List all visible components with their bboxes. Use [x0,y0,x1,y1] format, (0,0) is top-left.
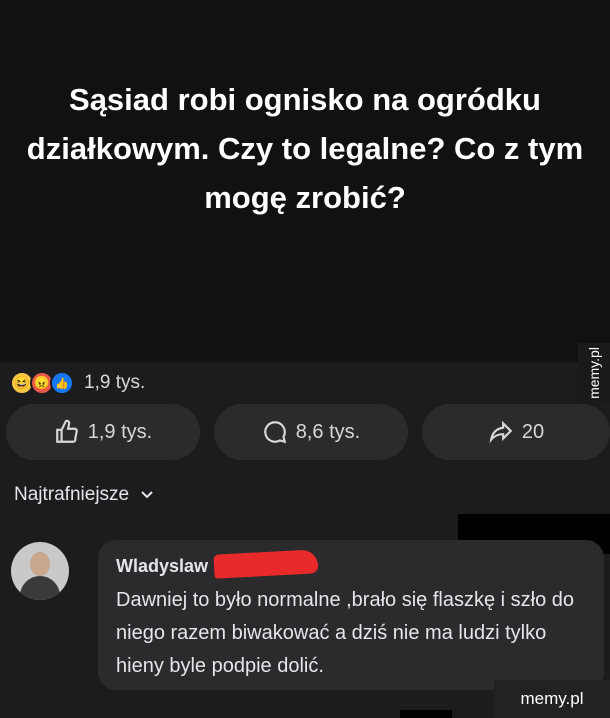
share-button[interactable]: 20 [422,404,610,460]
thumbs-up-icon [55,419,78,443]
watermark-bottom: memy.pl [494,680,610,718]
comment-count: 8,6 tys. [295,420,361,443]
comment-author[interactable]: Wladyslaw [116,556,208,577]
chevron-down-icon [141,491,153,499]
comments-sort-dropdown[interactable]: Najtrafniejsze [14,484,155,506]
bottom-strip [400,710,452,718]
post-content: Sąsiad robi ognisko na ogródku działkowy… [0,0,610,362]
comment-button[interactable]: 8,6 tys. [214,404,408,460]
post-text: Sąsiad robi ognisko na ogródku działkowy… [26,82,584,215]
watermark-side-text: memy.pl [586,347,603,399]
like-button[interactable]: 1,9 tys. [6,404,200,460]
comment-text: Dawniej to było normalne ,brało się flas… [116,589,574,677]
reactions-summary[interactable]: 😆 😠 👍 1,9 tys. [10,368,145,398]
like-emoji-icon: 👍 [50,371,74,395]
avatar-body [20,576,60,600]
reaction-count: 1,9 tys. [84,372,146,393]
like-count: 1,9 tys. [87,420,153,443]
share-arrow-icon [489,420,513,444]
avatar-head [30,552,50,576]
comment-bubble-icon [263,421,287,444]
watermark-side: memy.pl [578,343,610,403]
avatar[interactable] [11,542,69,600]
share-count: 20 [521,420,545,443]
action-bar: 1,9 tys. 8,6 tys. 20 [0,404,610,462]
sort-label: Najtrafniejsze [14,484,130,505]
